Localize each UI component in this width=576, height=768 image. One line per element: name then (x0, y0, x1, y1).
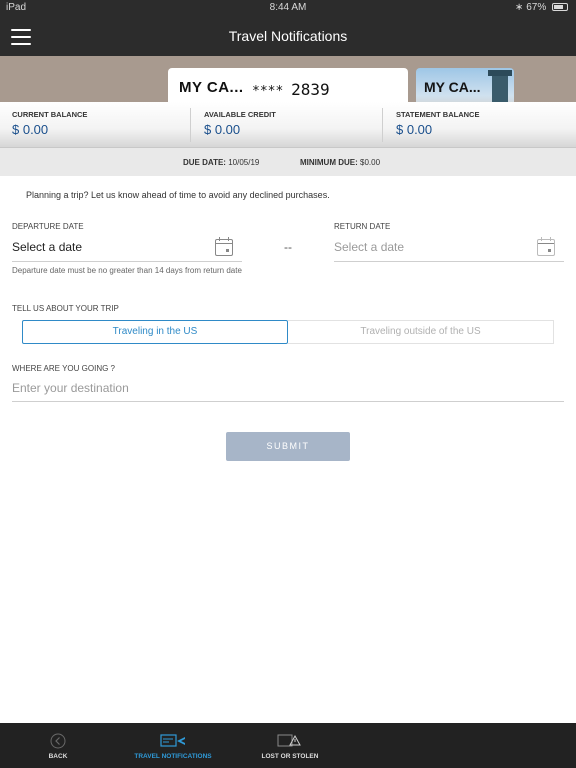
back-icon (50, 733, 66, 749)
divider (190, 108, 191, 142)
due-date-value: 10/05/19 (228, 158, 260, 167)
destination-input[interactable] (12, 374, 564, 402)
option-traveling-outside-us[interactable]: Traveling outside of the US (288, 320, 554, 344)
balance-label: AVAILABLE CREDIT (204, 110, 276, 119)
card-name: MY CA... (179, 79, 244, 96)
tab-bar: BACK TRAVEL NOTIFICATIONS LOST OR STOLEN (0, 723, 576, 768)
card-secondary[interactable]: MY CA... (416, 68, 514, 102)
status-right: ∗ 67% (515, 2, 568, 13)
card-art (488, 70, 512, 102)
trip-label: TELL US ABOUT YOUR TRIP (12, 304, 119, 313)
return-date-value: Select a date (334, 240, 405, 254)
calendar-icon[interactable] (215, 237, 233, 256)
departure-hint: Departure date must be no greater than 1… (12, 266, 242, 275)
bluetooth-icon: ∗ (515, 2, 524, 13)
balance-value: $ 0.00 (204, 122, 241, 137)
tab-label: BACK (48, 753, 68, 760)
lost-card-icon (277, 734, 301, 747)
minimum-due: MINIMUM DUE: $0.00 (300, 158, 380, 167)
battery-percent: 67% (526, 2, 547, 13)
departure-label: DEPARTURE DATE (12, 222, 84, 231)
minimum-due-value: $0.00 (360, 158, 381, 167)
balance-value: $ 0.00 (12, 122, 49, 137)
card-number: **** 2839 (252, 80, 330, 99)
departure-date-value: Select a date (12, 240, 83, 254)
top-bar: iPad 8:44 AM ∗ 67% Travel Notifications (0, 0, 576, 56)
tab-back[interactable]: BACK (18, 723, 98, 768)
card-primary[interactable]: MY CA... **** 2839 (168, 68, 408, 102)
intro-text: Planning a trip? Let us know ahead of ti… (26, 190, 330, 200)
balance-value: $ 0.00 (396, 122, 433, 137)
tab-travel-notifications[interactable]: TRAVEL NOTIFICATIONS (128, 723, 218, 768)
tab-lost-or-stolen[interactable]: LOST OR STOLEN (250, 723, 330, 768)
divider (382, 108, 383, 142)
due-strip: DUE DATE: 10/05/19 MINIMUM DUE: $0.00 (0, 148, 576, 176)
tab-label: TRAVEL NOTIFICATIONS (134, 753, 212, 760)
departure-date-field[interactable]: Select a date (12, 234, 242, 262)
return-date-field[interactable]: Select a date (334, 234, 564, 262)
destination-label: WHERE ARE YOU GOING ? (12, 364, 115, 373)
page-title: Travel Notifications (228, 28, 348, 44)
submit-button[interactable]: SUBMIT (226, 432, 350, 461)
card-mask: **** (252, 84, 284, 99)
battery-icon (552, 3, 568, 11)
status-time: 8:44 AM (269, 2, 307, 13)
calendar-icon[interactable] (537, 237, 555, 256)
date-separator: -- (284, 240, 292, 254)
status-bar: iPad 8:44 AM ∗ 67% (0, 0, 576, 16)
option-traveling-us[interactable]: Traveling in the US (22, 320, 288, 344)
card-carousel[interactable]: MY CA... **** 2839 MY CA... (0, 56, 576, 102)
travel-icon (160, 734, 185, 747)
balance-label: STATEMENT BALANCE (396, 110, 480, 119)
return-label: RETURN DATE (334, 222, 391, 231)
card-name: MY CA... (424, 79, 481, 95)
due-date: DUE DATE: 10/05/19 (183, 158, 259, 167)
balance-bar: CURRENT BALANCE $ 0.00 AVAILABLE CREDIT … (0, 102, 576, 148)
due-date-label: DUE DATE: (183, 158, 226, 167)
tab-label: LOST OR STOLEN (261, 753, 319, 760)
card-last4: 2839 (291, 80, 330, 99)
minimum-due-label: MINIMUM DUE: (300, 158, 358, 167)
balance-label: CURRENT BALANCE (12, 110, 88, 119)
